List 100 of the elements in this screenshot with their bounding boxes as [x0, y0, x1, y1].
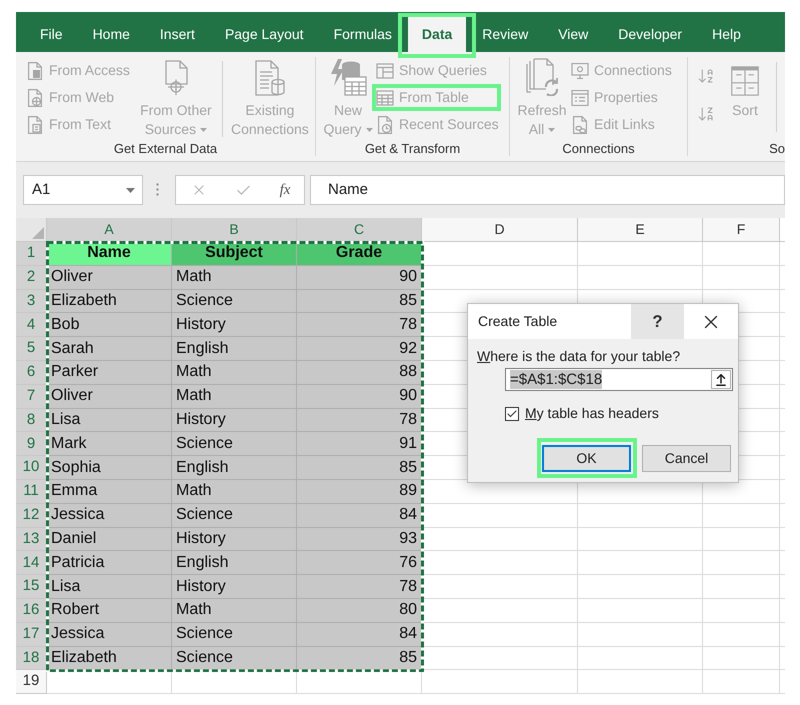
sort-grid-icon [730, 66, 760, 96]
caret-icon [126, 188, 135, 192]
table-cell: Science [172, 290, 297, 314]
table-cell: Lisa [47, 575, 172, 599]
document-globe-icon [28, 88, 42, 106]
database-table-icon [329, 58, 367, 96]
documents-refresh-icon [526, 58, 558, 96]
range-input[interactable]: =$A$1:$C$18 [505, 368, 733, 391]
table-cell: Math [172, 480, 297, 504]
table-cell: Daniel [47, 528, 172, 552]
row-header[interactable]: 10 [16, 456, 47, 480]
table-cell: 84 [297, 622, 422, 647]
dialog-button[interactable]: Cancel [642, 445, 731, 472]
row-header[interactable]: 6 [16, 360, 47, 385]
table-cell: Sophia [47, 456, 172, 480]
column-header[interactable]: D [422, 218, 578, 242]
table-cell: 90 [297, 266, 422, 290]
row-header[interactable]: 3 [16, 290, 47, 314]
column-header[interactable]: B [172, 218, 297, 242]
sort-descending-icon [697, 105, 715, 123]
table-cell: 85 [297, 290, 422, 314]
table-cell: 80 [297, 598, 422, 623]
group-label: Connections [561, 141, 636, 156]
table-cell: 85 [297, 456, 422, 480]
ribbon-tab[interactable]: Insert [156, 17, 199, 52]
table-cell: Science [172, 504, 297, 528]
table-cell: Robert [47, 598, 172, 623]
collapse-button[interactable] [711, 370, 731, 389]
table-cell: English [172, 337, 297, 361]
ribbon-tab[interactable]: View [554, 17, 592, 52]
column-header[interactable]: E [578, 218, 703, 242]
window-icon [376, 62, 394, 78]
row-header[interactable]: 5 [16, 337, 47, 361]
row-header[interactable]: 17 [16, 622, 47, 647]
row-header[interactable]: 14 [16, 551, 47, 576]
row-header[interactable]: 12 [16, 504, 47, 528]
row-header[interactable]: 13 [16, 528, 47, 552]
row-header[interactable]: 2 [16, 266, 47, 290]
column-header[interactable]: F [703, 218, 780, 242]
table-cell: 92 [297, 337, 422, 361]
table-cell: Science [172, 432, 297, 456]
table-cell: 88 [297, 360, 422, 385]
ribbon-tab[interactable]: Formulas [330, 17, 396, 52]
header-cell: Grade [297, 242, 422, 266]
select-all-corner[interactable] [16, 218, 47, 242]
grip-dots-icon [156, 183, 159, 196]
header-cell: Name [47, 242, 172, 266]
range-value: =$A$1:$C$18 [510, 370, 602, 389]
table-cell: 91 [297, 432, 422, 456]
table-cell: Emma [47, 480, 172, 504]
list-icon [571, 90, 589, 106]
ribbon-tab[interactable]: Data [408, 17, 466, 52]
group-label: Get & Transform [364, 141, 462, 156]
dialog-button[interactable]: OK [542, 445, 631, 472]
ribbon-tab[interactable]: Review [478, 17, 532, 52]
sort-ascending-icon [697, 67, 715, 85]
formula-input[interactable]: Name [310, 175, 785, 205]
document-link-icon [573, 116, 587, 134]
table-cell: History [172, 528, 297, 552]
table-cell: English [172, 456, 297, 480]
row-header[interactable]: 8 [16, 408, 47, 432]
row-header[interactable]: 4 [16, 313, 47, 338]
table-cell: English [172, 551, 297, 576]
checkbox[interactable] [505, 406, 519, 420]
table-cell: Elizabeth [47, 290, 172, 314]
table-cell: 76 [297, 551, 422, 576]
row-header[interactable]: 16 [16, 598, 47, 623]
table-cell: Lisa [47, 408, 172, 432]
row-header[interactable]: 18 [16, 646, 47, 670]
row-header[interactable]: 11 [16, 480, 47, 504]
dialog-title: Create Table [477, 312, 558, 331]
ribbon-tab[interactable]: Help [708, 17, 745, 52]
document-icon [28, 62, 42, 80]
table-cell: 78 [297, 575, 422, 599]
document-database-icon [254, 60, 285, 96]
table-cell: Bob [47, 313, 172, 338]
help-button[interactable]: ? [631, 304, 684, 339]
column-header[interactable]: A [47, 218, 172, 242]
row-header[interactable]: 7 [16, 384, 47, 409]
table-icon [376, 90, 394, 106]
ribbon-tab[interactable]: File [36, 17, 67, 52]
row-header[interactable]: 1 [16, 242, 47, 266]
ribbon-tab[interactable]: Page Layout [220, 17, 308, 52]
insert-function-button[interactable]: fx [276, 178, 294, 202]
row-header[interactable]: 19 [16, 670, 47, 694]
row-header[interactable]: 9 [16, 432, 47, 456]
ribbon-tab[interactable]: Developer [614, 17, 686, 52]
name-box[interactable]: A1 [23, 175, 143, 205]
column-header[interactable]: C [297, 218, 422, 242]
table-cell: Oliver [47, 266, 172, 290]
table-cell: Parker [47, 360, 172, 385]
table-cell: 89 [297, 480, 422, 504]
ribbon-tab[interactable]: Home [88, 17, 134, 52]
checkbox-label: My table has headers [525, 405, 659, 422]
dialog-prompt: Where is the data for your table? [477, 348, 682, 365]
row-header[interactable]: 15 [16, 575, 47, 599]
table-cell: History [172, 408, 297, 432]
table-cell: Math [172, 384, 297, 409]
table-cell: Science [172, 646, 297, 670]
check-icon [506, 408, 518, 420]
